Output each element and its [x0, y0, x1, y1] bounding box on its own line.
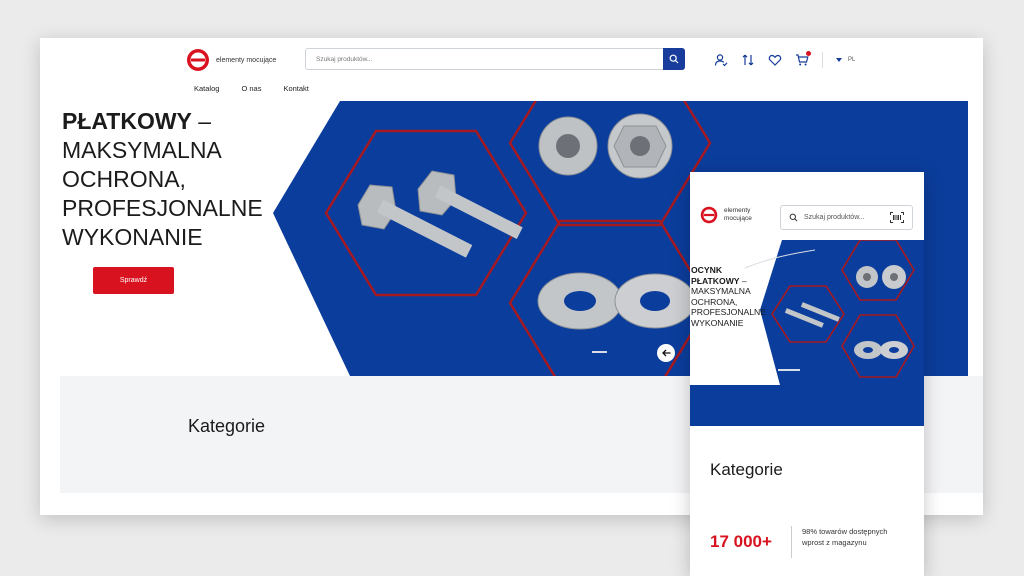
stat-divider — [791, 526, 792, 558]
nav-item-kontakt[interactable]: Kontakt — [283, 84, 308, 93]
mobile-logo[interactable]: elementy mocujące — [700, 206, 768, 224]
logo[interactable]: elementy mocujące — [186, 48, 276, 72]
mobile-hero-line: MAKSYMALNA — [691, 286, 751, 296]
hero-title: PŁATKOWY – MAKSYMALNA OCHRONA, PROFESJON… — [62, 108, 263, 250]
search-icon — [789, 213, 798, 222]
hero-title-bold: PŁATKOWY — [62, 108, 192, 134]
mobile-hero-line: OCHRONA, — [691, 296, 738, 307]
logo-mark-icon — [187, 49, 209, 71]
cart-button[interactable] — [795, 51, 811, 67]
caret-down-icon — [836, 58, 842, 62]
mobile-logo-text: elementy mocujące — [724, 207, 752, 222]
language-selector[interactable]: PL — [836, 57, 855, 63]
hero-title-line: MAKSYMALNA — [62, 137, 222, 163]
categories-title: Kategorie — [188, 416, 266, 436]
mobile-hero-bold-line: PŁATKOWY — [691, 275, 740, 286]
logo-text: elementy mocujące — [216, 56, 277, 64]
mobile-categories-title: Kategorie — [710, 460, 783, 479]
mobile-hero-title: OCYNK PŁATKOWY – MAKSYMALNA OCHRONA, PRO… — [691, 265, 766, 328]
mobile-search-input[interactable]: Szukaj produktów... — [804, 214, 884, 221]
mobile-search-bar[interactable]: Szukaj produktów... — [780, 205, 913, 230]
slider-indicator[interactable] — [592, 351, 607, 353]
mobile-hero-banner: OCYNK PŁATKOWY – MAKSYMALNA OCHRONA, PRO… — [690, 240, 924, 426]
search-bar[interactable]: Szukaj produktów... — [305, 48, 685, 70]
mobile-hero-bold-line: OCYNK — [691, 265, 723, 275]
heart-icon[interactable] — [768, 53, 782, 67]
header-actions: PL — [714, 51, 855, 68]
search-button[interactable] — [663, 48, 685, 70]
search-input[interactable]: Szukaj produktów... — [306, 56, 663, 63]
nav-item-o-nas[interactable]: O nas — [241, 84, 261, 93]
main-nav: Katalog O nas Kontakt — [194, 84, 309, 93]
prev-slide-button[interactable] — [657, 344, 675, 362]
barcode-scan-icon[interactable] — [890, 212, 904, 223]
user-icon[interactable] — [714, 53, 728, 67]
mobile-slider-indicator[interactable] — [778, 369, 800, 371]
compare-icon[interactable] — [741, 53, 755, 67]
stat-text: 98% towarów dostępnych wprost z magazynu — [802, 527, 888, 547]
language-label: PL — [848, 57, 856, 63]
header-divider — [822, 52, 823, 68]
nav-item-katalog[interactable]: Katalog — [194, 84, 219, 93]
stat-number: 17 000+ — [710, 532, 772, 551]
search-icon — [669, 54, 679, 64]
hero-title-line: PROFESJONALNE — [62, 195, 263, 221]
hero-title-line: WYKONANIE — [62, 224, 203, 250]
mobile-window: elementy mocujące Szukaj produktów... OC… — [690, 172, 924, 576]
check-button[interactable]: Sprawdź — [93, 267, 174, 294]
mobile-hero-line: PROFESJONALNE — [691, 307, 766, 317]
hero-title-line: OCHRONA, — [62, 166, 186, 192]
arrow-left-icon — [661, 349, 670, 357]
mobile-hero-line: WYKONANIE — [691, 317, 744, 328]
cart-badge — [806, 51, 811, 56]
logo-mark-icon — [700, 206, 718, 224]
